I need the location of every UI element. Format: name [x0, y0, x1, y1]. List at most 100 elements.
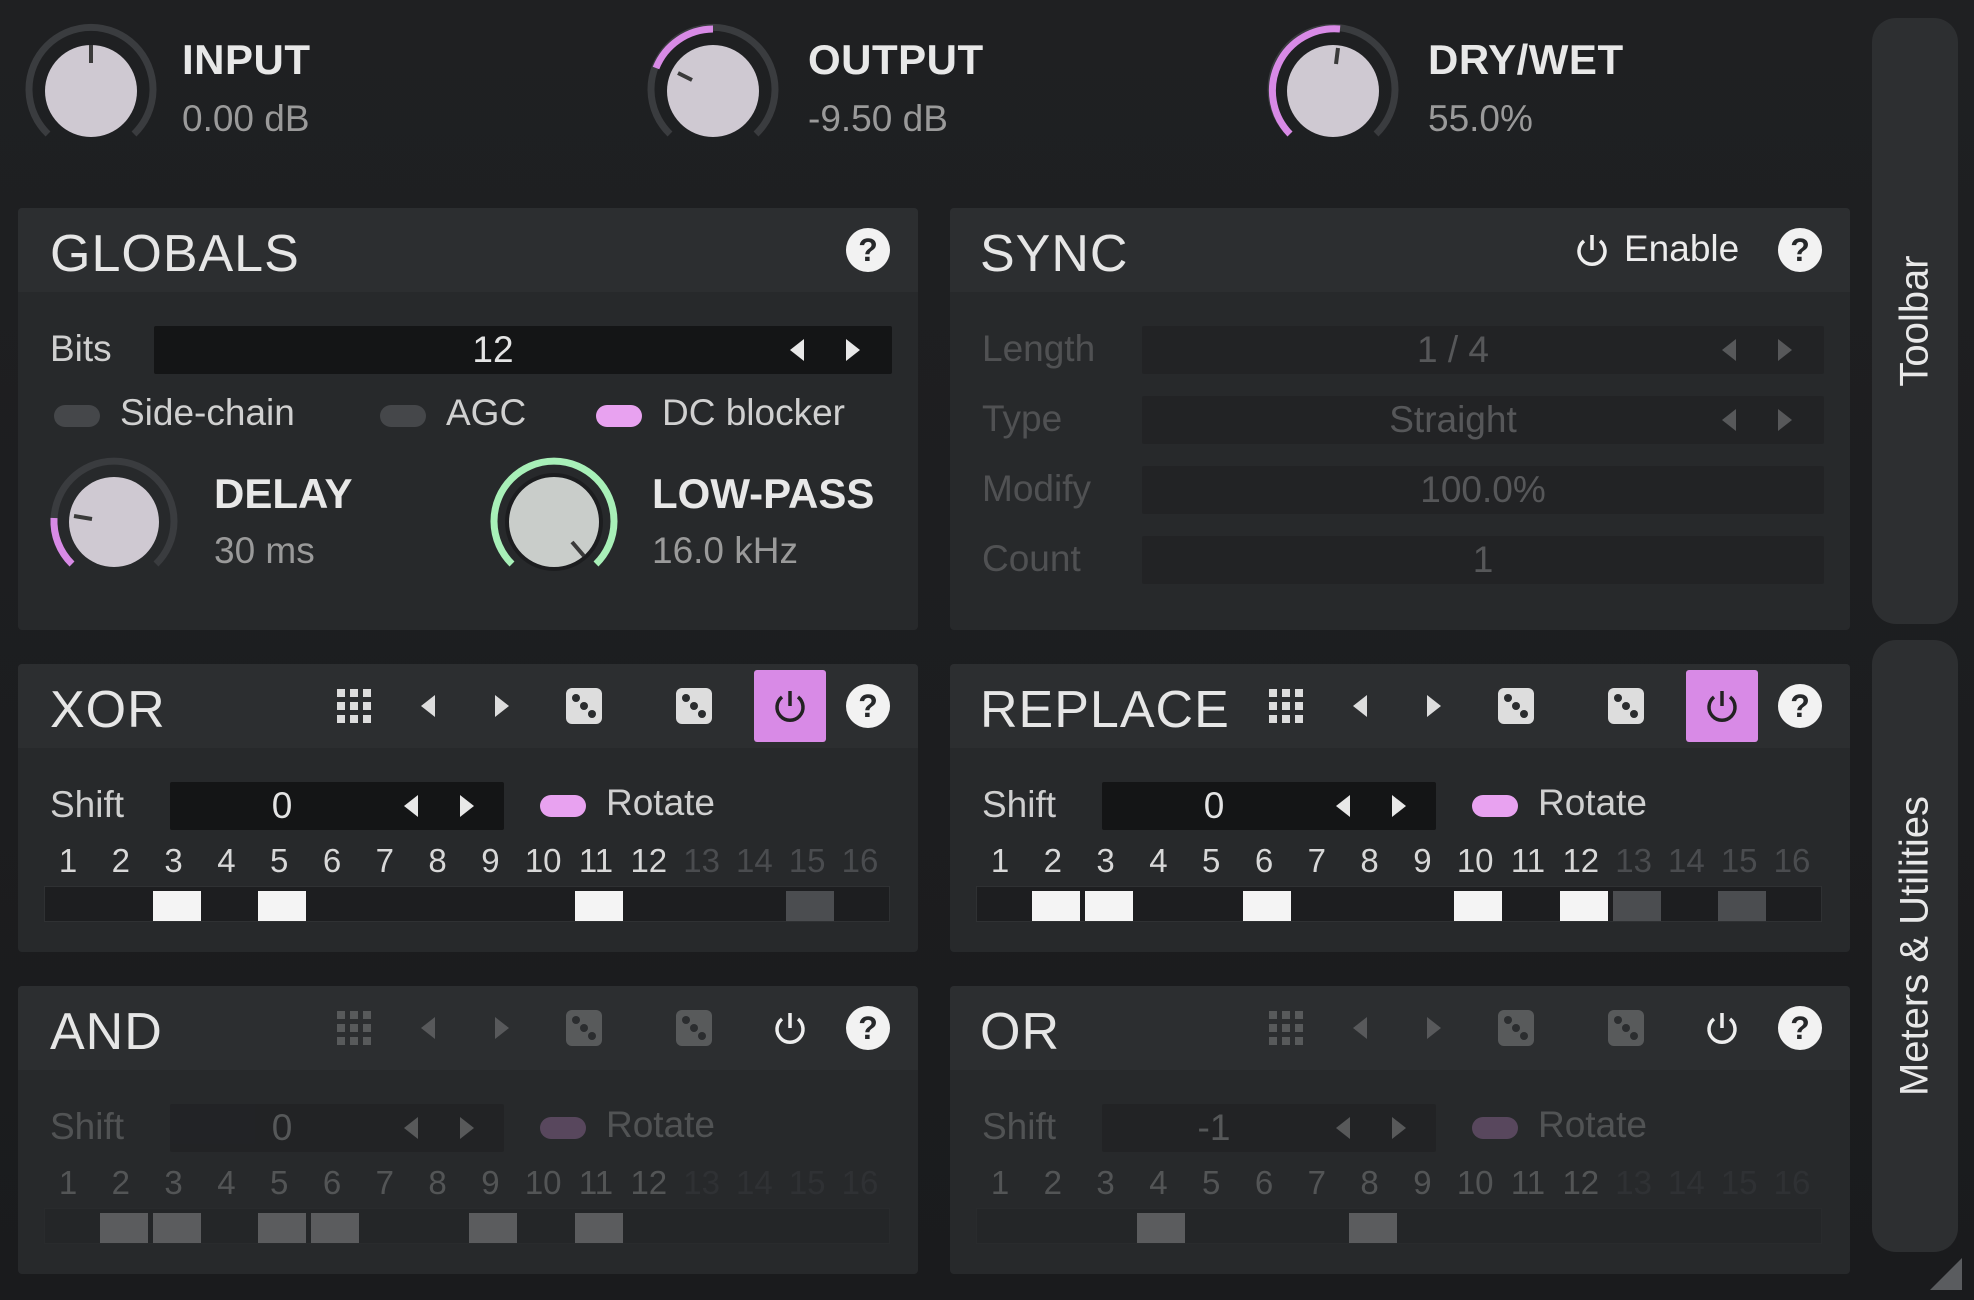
bit-cell[interactable] [258, 891, 307, 921]
bit-cell[interactable] [99, 1213, 148, 1243]
bit-cell[interactable] [1137, 891, 1185, 921]
bit-cell[interactable] [1243, 891, 1291, 921]
bit-cell[interactable] [733, 1213, 781, 1243]
resize-handle[interactable] [1930, 1258, 1962, 1290]
arrow-left-icon[interactable] [1336, 1117, 1350, 1139]
bit-cell[interactable] [1771, 891, 1819, 921]
arrow-left-icon[interactable] [404, 795, 418, 817]
bit-cell[interactable] [979, 891, 1027, 921]
bit-cell[interactable] [47, 891, 95, 921]
help-icon[interactable]: ? [846, 684, 890, 728]
bit-cell[interactable] [1559, 891, 1608, 921]
drywet-value[interactable]: 55.0% [1428, 98, 1533, 140]
sidechain-toggle[interactable] [54, 405, 100, 427]
bit-cell[interactable] [1771, 1213, 1819, 1243]
bit-cell[interactable] [1349, 891, 1397, 921]
dice-icon[interactable] [1488, 1000, 1544, 1056]
enable-label[interactable]: Enable [1624, 228, 1739, 270]
length-field[interactable]: 1 / 4 [1142, 326, 1824, 374]
delay-value[interactable]: 30 ms [214, 530, 315, 572]
bit-cell[interactable] [1137, 1213, 1186, 1243]
rotate-toggle[interactable] [1472, 795, 1518, 817]
input-value[interactable]: 0.00 dB [182, 98, 310, 140]
toolbar-tab[interactable]: Toolbar [1872, 18, 1958, 624]
rotate-toggle[interactable] [540, 795, 586, 817]
bit-cell[interactable] [681, 891, 729, 921]
rotate-toggle[interactable] [540, 1117, 586, 1139]
grid-icon[interactable] [326, 678, 382, 734]
rotate-toggle[interactable] [1472, 1117, 1518, 1139]
grid-icon[interactable] [1258, 1000, 1314, 1056]
grid-icon[interactable] [326, 1000, 382, 1056]
bit-cell[interactable] [1718, 891, 1767, 921]
bit-cell[interactable] [1401, 1213, 1449, 1243]
bit-cell[interactable] [628, 891, 676, 921]
arrow-left-icon[interactable] [1332, 678, 1388, 734]
bit-cell[interactable] [100, 891, 148, 921]
bit-cell[interactable] [1507, 891, 1555, 921]
help-icon[interactable]: ? [846, 1006, 890, 1050]
bit-cell[interactable] [575, 891, 623, 921]
arrow-left-icon[interactable] [1722, 339, 1736, 361]
dice-icon[interactable] [1598, 1000, 1654, 1056]
arrow-right-icon[interactable] [1778, 409, 1792, 431]
bit-cell[interactable] [311, 1213, 359, 1243]
bit-cell[interactable] [311, 891, 359, 921]
power-icon[interactable] [754, 670, 826, 742]
bit-cell[interactable] [786, 1213, 834, 1243]
bit-cell[interactable] [258, 1213, 307, 1243]
bit-cell[interactable] [522, 891, 570, 921]
bit-cell[interactable] [152, 891, 201, 921]
dice-icon[interactable] [556, 678, 612, 734]
dice-icon[interactable] [556, 1000, 612, 1056]
arrow-right-icon[interactable] [1406, 1000, 1462, 1056]
arrow-left-icon[interactable] [404, 1117, 418, 1139]
delay-knob[interactable] [44, 452, 184, 592]
arrow-right-icon[interactable] [1778, 339, 1792, 361]
bit-cell[interactable] [1084, 891, 1133, 921]
bit-cell[interactable] [1243, 1213, 1291, 1243]
dice-icon[interactable] [1598, 678, 1654, 734]
bit-cell[interactable] [786, 891, 835, 921]
bit-cell[interactable] [628, 1213, 676, 1243]
arrow-left-icon[interactable] [400, 1000, 456, 1056]
lowpass-knob[interactable] [484, 452, 624, 592]
bit-cell[interactable] [1032, 1213, 1080, 1243]
bit-cell[interactable] [417, 891, 465, 921]
arrow-left-icon[interactable] [1722, 409, 1736, 431]
bit-cell[interactable] [1190, 891, 1238, 921]
dcblocker-toggle[interactable] [596, 405, 642, 427]
bit-cell[interactable] [1296, 1213, 1344, 1243]
output-value[interactable]: -9.50 dB [808, 98, 948, 140]
help-icon[interactable]: ? [1778, 1006, 1822, 1050]
arrow-left-icon[interactable] [790, 339, 804, 361]
agc-toggle[interactable] [380, 405, 426, 427]
arrow-right-icon[interactable] [460, 795, 474, 817]
shift-field[interactable]: 0 [170, 1104, 504, 1152]
bit-cell[interactable] [839, 891, 887, 921]
bit-cell[interactable] [364, 1213, 412, 1243]
drywet-knob[interactable] [1260, 18, 1406, 164]
arrow-right-icon[interactable] [1406, 678, 1462, 734]
bit-cell[interactable] [733, 891, 781, 921]
output-knob[interactable] [640, 18, 786, 164]
arrow-right-icon[interactable] [1392, 1117, 1406, 1139]
bit-cell[interactable] [1665, 891, 1713, 921]
arrow-right-icon[interactable] [846, 339, 860, 361]
bit-cell[interactable] [522, 1213, 570, 1243]
bit-cell[interactable] [205, 1213, 253, 1243]
shift-field[interactable]: -1 [1102, 1104, 1436, 1152]
bit-cell[interactable] [1612, 891, 1661, 921]
bit-cell[interactable] [47, 1213, 95, 1243]
modify-field[interactable]: 100.0% [1142, 466, 1824, 514]
bit-cell[interactable] [1454, 1213, 1502, 1243]
arrow-left-icon[interactable] [400, 678, 456, 734]
type-field[interactable]: Straight [1142, 396, 1824, 444]
power-icon[interactable] [1686, 670, 1758, 742]
arrow-right-icon[interactable] [460, 1117, 474, 1139]
bits-field[interactable]: 12 [154, 326, 892, 374]
arrow-left-icon[interactable] [1336, 795, 1350, 817]
bit-cell[interactable] [417, 1213, 465, 1243]
bit-cell[interactable] [152, 1213, 201, 1243]
bit-cell[interactable] [1665, 1213, 1713, 1243]
